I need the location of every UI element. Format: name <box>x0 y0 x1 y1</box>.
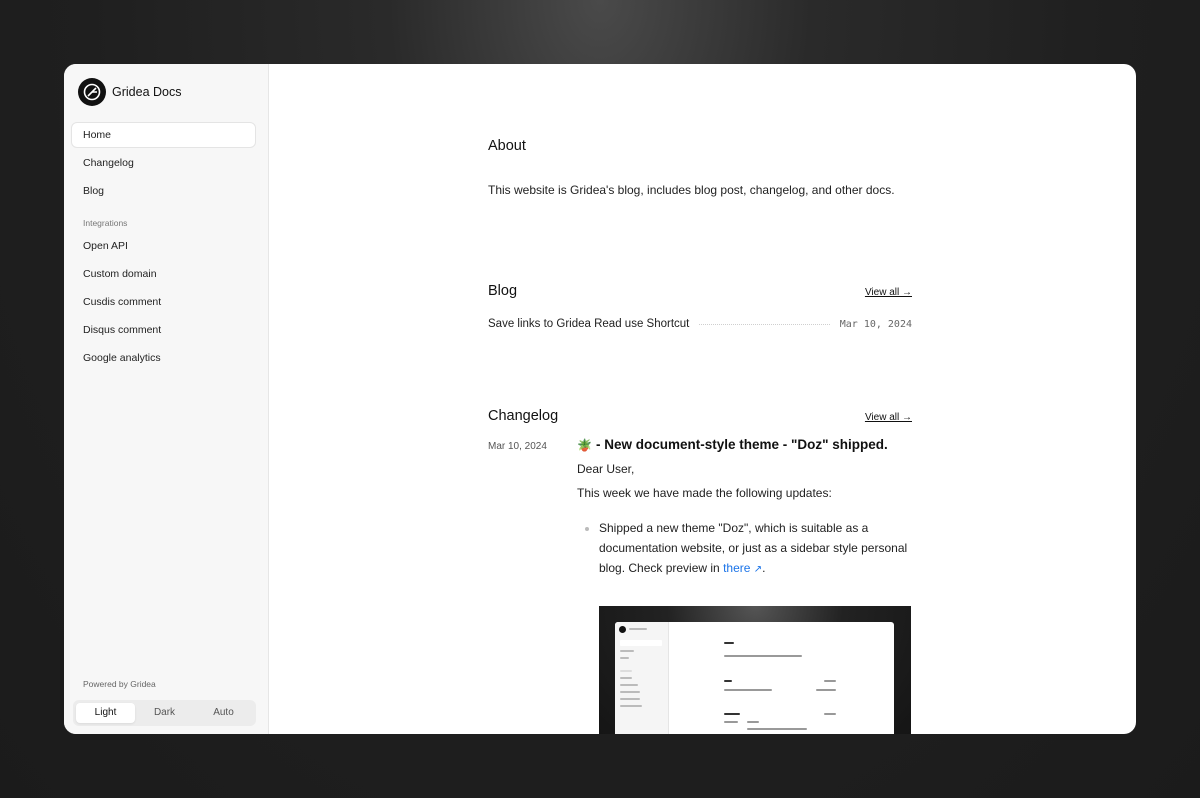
main-content: About This website is Gridea's blog, inc… <box>269 64 1136 734</box>
gridea-logo-icon <box>78 78 106 106</box>
preview-line <box>824 713 836 715</box>
preview-logo-icon <box>619 626 626 633</box>
changelog-view-all-link[interactable]: View all → <box>865 412 912 423</box>
app-window: Gridea Docs Home Changelog Blog Integrat… <box>64 64 1136 734</box>
list-item: Shipped a new theme "Doz", which is suit… <box>599 518 912 580</box>
preview-line <box>620 677 632 679</box>
there-link[interactable]: there ↗ <box>723 561 762 575</box>
preview-line <box>620 670 632 672</box>
updates-list: Shipped a new theme "Doz", which is suit… <box>577 518 912 580</box>
leader-dots <box>699 323 830 325</box>
sidebar-item-google-analytics[interactable]: Google analytics <box>71 345 256 371</box>
theme-switcher: Light Dark Auto <box>73 700 256 726</box>
preview-line <box>620 705 642 707</box>
blog-view-all-link[interactable]: View all → <box>865 287 912 298</box>
preview-sidebar <box>615 622 669 734</box>
preview-line <box>816 689 836 691</box>
theme-option-light[interactable]: Light <box>76 703 135 723</box>
preview-line <box>620 684 638 686</box>
sidebar-nav: Home Changelog Blog Integrations Open AP… <box>71 122 256 372</box>
sidebar-section-integrations: Integrations <box>83 218 128 229</box>
blog-title: Blog <box>488 283 518 299</box>
preview-line <box>747 728 807 730</box>
preview-line <box>724 655 802 657</box>
preview-line <box>620 698 640 700</box>
blog-post-row: Save links to Gridea Read use Shortcut M… <box>488 318 912 330</box>
sidebar-item-disqus-comment[interactable]: Disqus comment <box>71 317 256 343</box>
sidebar-item-home[interactable]: Home <box>71 122 256 148</box>
preview-line <box>620 657 629 659</box>
potted-plant-icon: 🪴 <box>577 437 592 452</box>
blog-post-date: Mar 10, 2024 <box>839 318 912 330</box>
changelog-entry-title-text: - New document-style theme - "Doz" shipp… <box>595 437 888 452</box>
blog-post-link[interactable]: Save links to Gridea Read use Shortcut <box>488 318 689 330</box>
powered-by[interactable]: Powered by Gridea <box>83 679 156 689</box>
sidebar: Gridea Docs Home Changelog Blog Integrat… <box>64 64 269 734</box>
preview-line <box>620 650 634 652</box>
preview-main <box>669 622 894 734</box>
preview-line <box>724 680 732 682</box>
changelog-section-header: Changelog View all → <box>488 408 912 424</box>
sidebar-item-open-api[interactable]: Open API <box>71 233 256 259</box>
brand-name: Gridea Docs <box>112 85 182 99</box>
sidebar-item-blog[interactable]: Blog <box>71 178 256 204</box>
blog-section-header: Blog View all → <box>488 283 912 299</box>
preview-line <box>747 721 759 723</box>
preview-line <box>629 628 647 630</box>
theme-option-dark[interactable]: Dark <box>135 703 194 723</box>
preview-line <box>824 680 836 682</box>
preview-line <box>620 691 640 693</box>
changelog-title: Changelog <box>488 408 559 424</box>
intro-text: This week we have made the following upd… <box>577 486 832 500</box>
theme-preview-image <box>599 606 911 734</box>
brand[interactable]: Gridea Docs <box>78 78 181 106</box>
greeting-text: Dear User, <box>577 462 635 476</box>
preview-line <box>620 640 662 646</box>
about-title: About <box>488 138 526 154</box>
preview-line <box>724 689 772 691</box>
preview-window <box>615 622 894 734</box>
preview-line <box>724 642 734 644</box>
changelog-entry-title[interactable]: 🪴 - New document-style theme - "Doz" shi… <box>577 437 912 452</box>
external-link-icon: ↗ <box>753 564 763 575</box>
about-text: This website is Gridea's blog, includes … <box>488 183 895 197</box>
changelog-entry-date: Mar 10, 2024 <box>488 441 547 452</box>
sidebar-item-changelog[interactable]: Changelog <box>71 150 256 176</box>
preview-line <box>724 713 740 715</box>
sidebar-item-custom-domain[interactable]: Custom domain <box>71 261 256 287</box>
sidebar-item-cusdis-comment[interactable]: Cusdis comment <box>71 289 256 315</box>
theme-option-auto[interactable]: Auto <box>194 703 253 723</box>
changelog-entry: 🪴 - New document-style theme - "Doz" shi… <box>577 437 912 734</box>
preview-line <box>724 721 738 723</box>
